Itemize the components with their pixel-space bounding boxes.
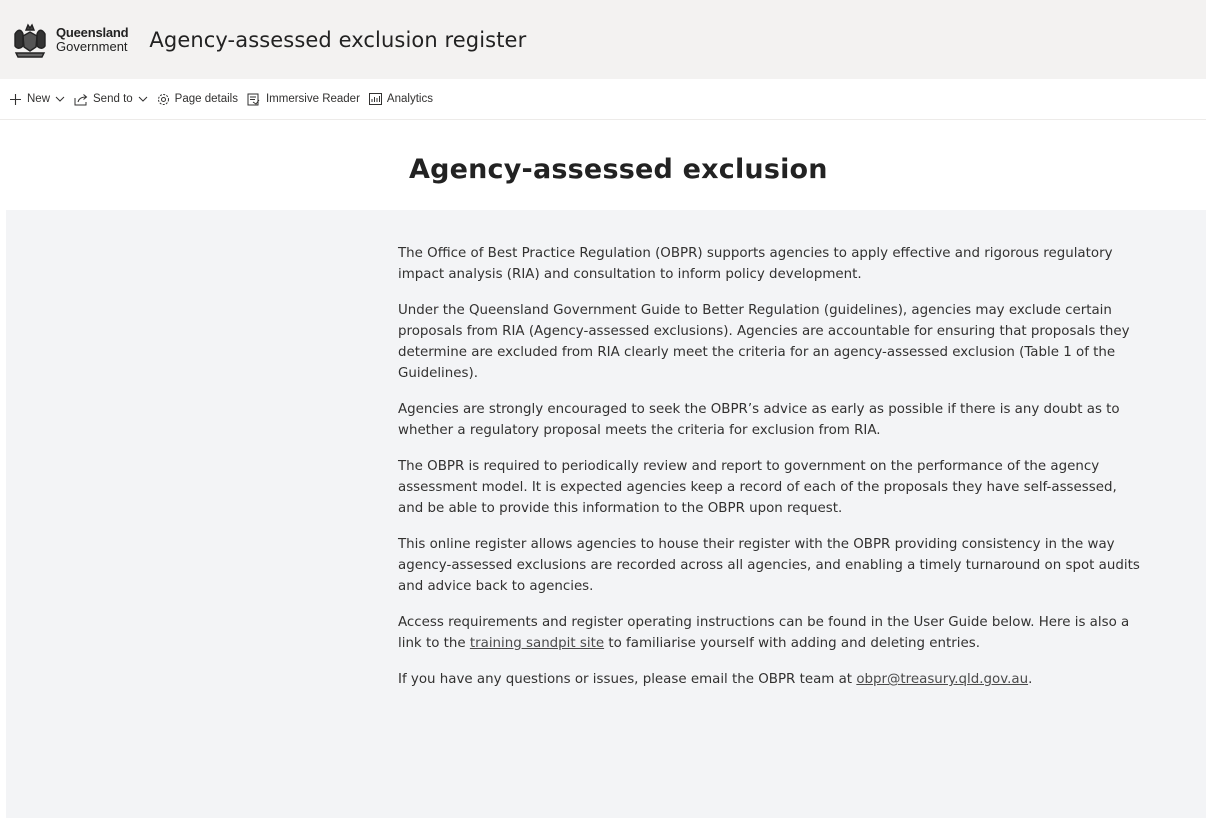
page-content: The Office of Best Practice Regulation (…	[398, 243, 1146, 705]
new-label: New	[27, 93, 51, 105]
logo-government: Government	[56, 38, 128, 54]
page-details-button[interactable]: Page details	[157, 93, 238, 106]
paragraph-access: Access requirements and register operati…	[398, 612, 1146, 654]
paragraph-intro: The Office of Best Practice Regulation (…	[398, 246, 1113, 282]
paragraph-register: This online register allows agencies to …	[398, 537, 1140, 594]
paragraph-advice: Agencies are strongly encouraged to seek…	[398, 402, 1120, 438]
contact-text-1: If you have any questions or issues, ple…	[398, 672, 857, 687]
immersive-reader-label: Immersive Reader	[265, 93, 360, 105]
gear-icon	[157, 93, 169, 105]
share-icon	[74, 93, 88, 105]
contact-text-2: .	[1028, 672, 1033, 687]
chevron-down-icon	[55, 96, 65, 102]
site-title[interactable]: Agency-assessed exclusion register	[149, 28, 526, 52]
access-text-2: to familiarise yourself with adding and …	[604, 636, 980, 651]
coat-of-arms-icon	[14, 23, 46, 58]
plus-icon	[10, 93, 21, 105]
paragraph-contact: If you have any questions or issues, ple…	[398, 669, 1146, 690]
command-bar: New Send to Page details Immersive Reade…	[0, 79, 1206, 120]
chevron-down-icon	[138, 96, 148, 102]
paragraph-review: The OBPR is required to periodically rev…	[398, 459, 1117, 516]
logo-queensland: Queensland	[56, 24, 129, 40]
send-to-button[interactable]: Send to	[74, 93, 148, 106]
page-details-label: Page details	[174, 93, 238, 105]
new-button[interactable]: New	[9, 93, 65, 106]
immersive-reader-icon	[247, 93, 260, 105]
qld-gov-logo[interactable]: Queensland Government	[10, 20, 129, 60]
send-to-label: Send to	[93, 93, 133, 105]
training-sandpit-link[interactable]: training sandpit site	[470, 636, 604, 651]
analytics-button[interactable]: Analytics	[368, 93, 433, 105]
logo-text: Queensland Government	[56, 24, 129, 54]
page-heading: Agency-assessed exclusion	[409, 154, 828, 185]
analytics-icon	[368, 93, 382, 105]
analytics-label: Analytics	[386, 93, 433, 105]
site-header: Queensland Government Agency-assessed ex…	[0, 0, 1206, 79]
obpr-email-link[interactable]: obpr@treasury.qld.gov.au	[856, 672, 1028, 687]
immersive-reader-button[interactable]: Immersive Reader	[247, 93, 360, 106]
paragraph-guidelines: Under the Queensland Government Guide to…	[398, 303, 1130, 381]
